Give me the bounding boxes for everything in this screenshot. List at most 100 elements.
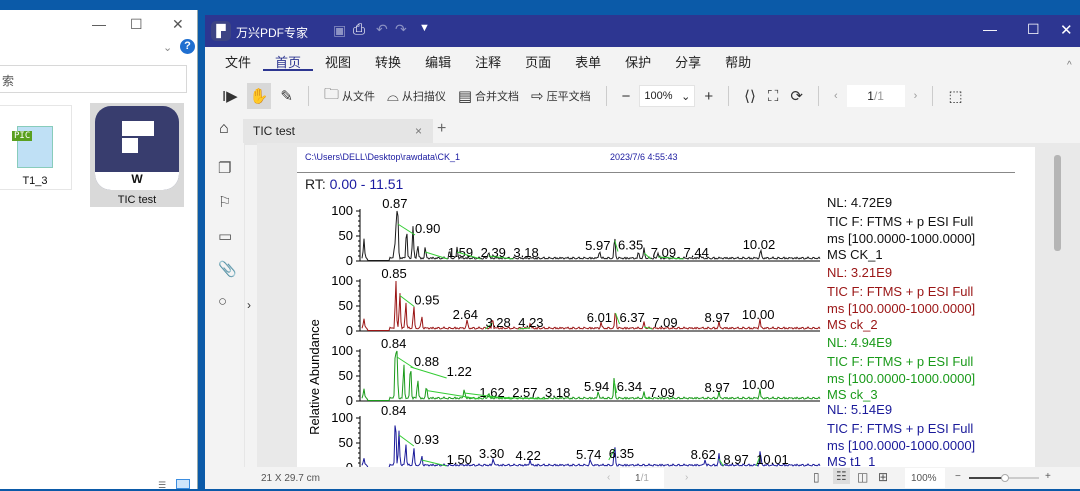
peak-label: 3.18 [545, 385, 570, 400]
page-number-input[interactable]: 1/1 [846, 85, 905, 107]
peak-label: 6.35 [618, 238, 643, 253]
single-page-view-icon[interactable]: ▯ [813, 470, 820, 484]
menu-item[interactable]: 文件 [213, 47, 263, 73]
peak-label: 1.50 [447, 452, 472, 467]
redo-icon[interactable]: ↷ [395, 21, 407, 38]
scanner-icon: ⌓ [386, 87, 399, 105]
maximize-button[interactable]: ☐ [130, 16, 143, 33]
vertical-scrollbar[interactable] [1054, 155, 1061, 251]
menu-item[interactable]: 转换 [363, 47, 413, 73]
previous-page-button[interactable]: ‹ [831, 83, 841, 109]
zoom-level[interactable]: 100% [905, 468, 945, 488]
trace-info: ms [100.0000-1000.0000] [827, 231, 975, 246]
details-view-icon[interactable]: ☰ [158, 480, 166, 491]
print-icon[interactable]: ⎙ [353, 21, 365, 38]
thumbnails-icon[interactable]: ❐ [218, 159, 231, 177]
peak-label: 0.85 [381, 266, 406, 281]
page-total: /1 [640, 473, 649, 484]
peak-label: 8.97 [723, 452, 748, 467]
create-from-file-button[interactable]: 🗀 从文件 [321, 83, 378, 109]
two-page-view-icon[interactable]: ◫ [857, 470, 868, 484]
y-tick-label: 0 [346, 253, 353, 268]
peak-label: 6.35 [609, 446, 634, 461]
fit-page-icon[interactable]: ⛶ [765, 83, 782, 109]
hand-tool-icon[interactable]: ✋ [246, 83, 272, 109]
undo-icon[interactable]: ↶ [376, 21, 388, 38]
help-icon[interactable]: ? [180, 39, 195, 54]
menu-item[interactable]: 视图 [313, 47, 363, 73]
menu-item[interactable]: 表单 [563, 47, 613, 73]
label-leader-line [426, 390, 480, 400]
peak-label: 3.28 [485, 315, 510, 330]
peak-label: 5.97 [585, 238, 610, 253]
menu-item[interactable]: 注释 [463, 47, 513, 73]
new-tab-icon[interactable]: + [437, 120, 446, 138]
rotate-icon[interactable]: ⟳ [787, 83, 806, 109]
menu-item[interactable]: 首页 [263, 47, 314, 71]
peak-label: 7.09 [650, 385, 675, 400]
page-indicator[interactable]: 1/1 [620, 468, 664, 488]
flatten-document-button[interactable]: ⇨ 压平文档 [528, 83, 594, 109]
large-icons-view-icon[interactable] [176, 479, 190, 489]
chevron-down-icon[interactable]: ⌄ [163, 41, 172, 54]
y-tick-label: 100 [331, 343, 353, 358]
close-button[interactable]: ✕ [1060, 21, 1073, 39]
bookmark-icon[interactable]: ⚐ [218, 193, 231, 211]
peak-label: 0.87 [382, 196, 407, 211]
document-icon: ▤ [457, 88, 473, 105]
minimize-button[interactable]: — [92, 16, 106, 32]
toolbar: I▶ ✋ ✎ 🗀 从文件 ⌓ 从扫描仪 ▤ 合并文档 ⇨ 压平文档 − 100% ⌄ + … [205, 79, 1080, 113]
edit-tool-icon[interactable]: ✎ [277, 83, 296, 109]
trace-info: TIC F: FTMS + p ESI Full [827, 214, 973, 229]
merge-documents-button[interactable]: ▤ 合并文档 [455, 83, 522, 109]
zoom-in-button[interactable]: + [1045, 471, 1051, 482]
menu-item[interactable]: 页面 [513, 47, 563, 73]
menu-item[interactable]: 分享 [663, 47, 713, 73]
next-page-button[interactable]: › [685, 472, 688, 483]
close-tab-icon[interactable]: × [415, 124, 422, 138]
collapse-ribbon-icon[interactable]: ^ [1067, 60, 1072, 71]
peak-label: 10.01 [756, 452, 789, 467]
previous-page-button[interactable]: ‹ [607, 472, 610, 483]
home-icon[interactable]: ⌂ [219, 120, 229, 138]
peak-label: 10.02 [743, 237, 776, 252]
file-item-tic-test[interactable]: W TIC test [90, 103, 184, 207]
next-page-button[interactable]: › [911, 83, 921, 109]
comment-icon[interactable]: ▭ [218, 227, 232, 245]
search-input[interactable]: 索 [0, 65, 187, 93]
zoom-out-button[interactable]: − [619, 83, 634, 109]
zoom-select[interactable]: 100% ⌄ [639, 85, 696, 107]
zoom-out-button[interactable]: − [955, 471, 961, 482]
select-tool-icon[interactable]: I▶ [219, 83, 241, 109]
page-current: 1 [867, 89, 874, 103]
tab-tic-test[interactable]: TIC test × [243, 119, 433, 145]
menu-item[interactable]: 保护 [613, 47, 663, 73]
expand-panel-icon[interactable]: › [247, 298, 251, 312]
file-name: TIC test [117, 194, 157, 206]
attachment-icon[interactable]: 📎 [218, 260, 237, 278]
file-item-t1-3[interactable]: PIC T1_3 [0, 105, 72, 190]
search-icon[interactable]: ○ [218, 293, 227, 310]
label: 压平文档 [546, 91, 591, 103]
close-button[interactable]: ✕ [172, 16, 184, 33]
label: 从扫描仪 [401, 91, 446, 103]
peak-label: 4.22 [516, 448, 541, 463]
quick-access-dropdown-icon[interactable]: ▼ [419, 22, 430, 34]
trace-info: MS ck_3 [827, 387, 878, 402]
from-scanner-button[interactable]: ⌓ 从扫描仪 [384, 83, 449, 109]
zoom-in-button[interactable]: + [701, 83, 716, 109]
peak-label: 5.94 [584, 379, 609, 394]
trace-info: TIC F: FTMS + p ESI Full [827, 354, 973, 369]
trace-info: ms [100.0000-1000.0000] [827, 438, 975, 453]
fit-width-icon[interactable]: ⟨⟩ [741, 83, 759, 109]
menu-item[interactable]: 编辑 [413, 47, 463, 73]
minimize-button[interactable]: — [983, 21, 997, 37]
screenshot-icon[interactable]: ⬚ [945, 83, 965, 109]
continuous-view-icon[interactable]: ☷ [833, 468, 850, 484]
menu-item[interactable]: 帮助 [713, 47, 763, 73]
grid-view-icon[interactable]: ⊞ [878, 470, 888, 484]
save-icon[interactable]: ▣ [333, 22, 346, 39]
trace-info: MS ck_2 [827, 317, 878, 332]
zoom-slider[interactable] [969, 474, 1039, 482]
maximize-button[interactable]: ☐ [1027, 21, 1040, 38]
